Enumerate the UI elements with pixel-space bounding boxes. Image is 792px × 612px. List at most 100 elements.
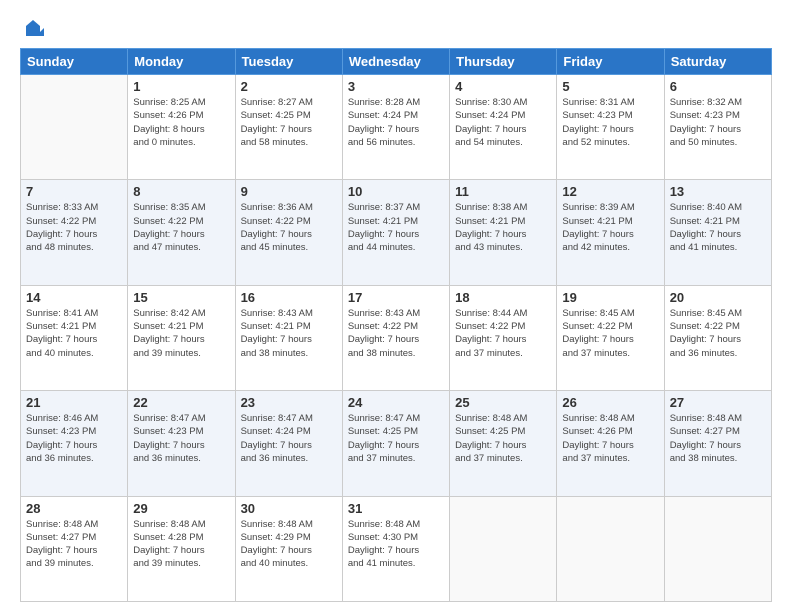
calendar-cell: 11Sunrise: 8:38 AM Sunset: 4:21 PM Dayli… bbox=[450, 180, 557, 285]
day-number: 5 bbox=[562, 79, 658, 94]
calendar-cell: 1 Sunrise: 8:25 AM Sunset: 4:26 PM Daylig… bbox=[128, 75, 235, 180]
calendar-cell: 25 Sunrise: 8:48 AM Sunset: 4:25 PM Dayli… bbox=[450, 391, 557, 496]
calendar-cell: 6Sunrise: 8:32 AM Sunset: 4:23 PM Daylig… bbox=[664, 75, 771, 180]
calendar-cell bbox=[21, 75, 128, 180]
day-info: Sunrise: 8:45 AM Sunset: 4:22 PM Dayligh… bbox=[670, 307, 766, 360]
day-number: 2 bbox=[241, 79, 337, 94]
calendar-week-row: 21Sunrise: 8:46 AM Sunset: 4:23 PM Dayli… bbox=[21, 391, 772, 496]
day-info: Sunrise: 8:43 AM Sunset: 4:21 PM Dayligh… bbox=[241, 307, 337, 360]
day-info: Sunrise: 8:45 AM Sunset: 4:22 PM Dayligh… bbox=[562, 307, 658, 360]
header bbox=[20, 16, 772, 40]
calendar-cell: 26 Sunrise: 8:48 AM Sunset: 4:26 PM Dayli… bbox=[557, 391, 664, 496]
day-info: Sunrise: 8:36 AM Sunset: 4:22 PM Dayligh… bbox=[241, 201, 337, 254]
day-number: 16 bbox=[241, 290, 337, 305]
calendar-cell: 31 Sunrise: 8:48 AM Sunset: 4:30 PM Dayli… bbox=[342, 496, 449, 601]
day-info: Sunrise: 8:33 AM Sunset: 4:22 PM Dayligh… bbox=[26, 201, 122, 254]
day-number: 14 bbox=[26, 290, 122, 305]
day-info: Sunrise: 8:47 AM Sunset: 4:23 PM Dayligh… bbox=[133, 412, 229, 465]
calendar-cell: 18Sunrise: 8:44 AM Sunset: 4:22 PM Dayli… bbox=[450, 285, 557, 390]
day-number: 26 bbox=[562, 395, 658, 410]
calendar-cell: 27Sunrise: 8:48 AM Sunset: 4:27 PM Dayli… bbox=[664, 391, 771, 496]
calendar-week-row: 7 Sunrise: 8:33 AM Sunset: 4:22 PM Daylig… bbox=[21, 180, 772, 285]
calendar-header-row: SundayMondayTuesdayWednesdayThursdayFrid… bbox=[21, 49, 772, 75]
calendar-cell: 8 Sunrise: 8:35 AM Sunset: 4:22 PM Daylig… bbox=[128, 180, 235, 285]
calendar-cell: 30 Sunrise: 8:48 AM Sunset: 4:29 PM Dayli… bbox=[235, 496, 342, 601]
day-number: 3 bbox=[348, 79, 444, 94]
calendar-cell: 15 Sunrise: 8:42 AM Sunset: 4:21 PM Dayli… bbox=[128, 285, 235, 390]
day-number: 12 bbox=[562, 184, 658, 199]
day-info: Sunrise: 8:48 AM Sunset: 4:30 PM Dayligh… bbox=[348, 518, 444, 571]
calendar-cell: 12 Sunrise: 8:39 AM Sunset: 4:21 PM Dayli… bbox=[557, 180, 664, 285]
day-number: 15 bbox=[133, 290, 229, 305]
calendar-cell: 24Sunrise: 8:47 AM Sunset: 4:25 PM Dayli… bbox=[342, 391, 449, 496]
day-number: 1 bbox=[133, 79, 229, 94]
day-number: 22 bbox=[133, 395, 229, 410]
calendar-cell: 23Sunrise: 8:47 AM Sunset: 4:24 PM Dayli… bbox=[235, 391, 342, 496]
day-number: 13 bbox=[670, 184, 766, 199]
calendar-cell: 7 Sunrise: 8:33 AM Sunset: 4:22 PM Daylig… bbox=[21, 180, 128, 285]
day-number: 10 bbox=[348, 184, 444, 199]
calendar-cell: 21Sunrise: 8:46 AM Sunset: 4:23 PM Dayli… bbox=[21, 391, 128, 496]
calendar-cell: 4Sunrise: 8:30 AM Sunset: 4:24 PM Daylig… bbox=[450, 75, 557, 180]
weekday-header-tuesday: Tuesday bbox=[235, 49, 342, 75]
day-info: Sunrise: 8:42 AM Sunset: 4:21 PM Dayligh… bbox=[133, 307, 229, 360]
day-info: Sunrise: 8:48 AM Sunset: 4:29 PM Dayligh… bbox=[241, 518, 337, 571]
calendar-cell: 10 Sunrise: 8:37 AM Sunset: 4:21 PM Dayli… bbox=[342, 180, 449, 285]
calendar-cell: 28 Sunrise: 8:48 AM Sunset: 4:27 PM Dayli… bbox=[21, 496, 128, 601]
day-number: 17 bbox=[348, 290, 444, 305]
calendar-cell: 17 Sunrise: 8:43 AM Sunset: 4:22 PM Dayli… bbox=[342, 285, 449, 390]
calendar-cell: 20 Sunrise: 8:45 AM Sunset: 4:22 PM Dayli… bbox=[664, 285, 771, 390]
day-number: 28 bbox=[26, 501, 122, 516]
day-number: 30 bbox=[241, 501, 337, 516]
calendar-week-row: 28 Sunrise: 8:48 AM Sunset: 4:27 PM Dayli… bbox=[21, 496, 772, 601]
day-number: 21 bbox=[26, 395, 122, 410]
day-info: Sunrise: 8:48 AM Sunset: 4:26 PM Dayligh… bbox=[562, 412, 658, 465]
calendar-cell: 16 Sunrise: 8:43 AM Sunset: 4:21 PM Dayli… bbox=[235, 285, 342, 390]
day-info: Sunrise: 8:48 AM Sunset: 4:27 PM Dayligh… bbox=[26, 518, 122, 571]
day-info: Sunrise: 8:48 AM Sunset: 4:25 PM Dayligh… bbox=[455, 412, 551, 465]
day-number: 29 bbox=[133, 501, 229, 516]
day-info: Sunrise: 8:39 AM Sunset: 4:21 PM Dayligh… bbox=[562, 201, 658, 254]
calendar-cell bbox=[557, 496, 664, 601]
weekday-header-wednesday: Wednesday bbox=[342, 49, 449, 75]
day-number: 9 bbox=[241, 184, 337, 199]
day-info: Sunrise: 8:25 AM Sunset: 4:26 PM Dayligh… bbox=[133, 96, 229, 149]
calendar-cell: 19 Sunrise: 8:45 AM Sunset: 4:22 PM Dayli… bbox=[557, 285, 664, 390]
day-info: Sunrise: 8:35 AM Sunset: 4:22 PM Dayligh… bbox=[133, 201, 229, 254]
calendar-week-row: 14 Sunrise: 8:41 AM Sunset: 4:21 PM Dayli… bbox=[21, 285, 772, 390]
logo-icon bbox=[22, 18, 44, 40]
calendar-cell: 9 Sunrise: 8:36 AM Sunset: 4:22 PM Daylig… bbox=[235, 180, 342, 285]
day-number: 25 bbox=[455, 395, 551, 410]
calendar-cell: 2Sunrise: 8:27 AM Sunset: 4:25 PM Daylig… bbox=[235, 75, 342, 180]
day-number: 7 bbox=[26, 184, 122, 199]
day-number: 8 bbox=[133, 184, 229, 199]
day-info: Sunrise: 8:37 AM Sunset: 4:21 PM Dayligh… bbox=[348, 201, 444, 254]
day-info: Sunrise: 8:41 AM Sunset: 4:21 PM Dayligh… bbox=[26, 307, 122, 360]
day-number: 20 bbox=[670, 290, 766, 305]
weekday-header-monday: Monday bbox=[128, 49, 235, 75]
day-number: 31 bbox=[348, 501, 444, 516]
calendar-table: SundayMondayTuesdayWednesdayThursdayFrid… bbox=[20, 48, 772, 602]
day-info: Sunrise: 8:28 AM Sunset: 4:24 PM Dayligh… bbox=[348, 96, 444, 149]
calendar-cell: 13Sunrise: 8:40 AM Sunset: 4:21 PM Dayli… bbox=[664, 180, 771, 285]
weekday-header-thursday: Thursday bbox=[450, 49, 557, 75]
day-info: Sunrise: 8:30 AM Sunset: 4:24 PM Dayligh… bbox=[455, 96, 551, 149]
weekday-header-friday: Friday bbox=[557, 49, 664, 75]
calendar-week-row: 1 Sunrise: 8:25 AM Sunset: 4:26 PM Daylig… bbox=[21, 75, 772, 180]
day-info: Sunrise: 8:47 AM Sunset: 4:24 PM Dayligh… bbox=[241, 412, 337, 465]
day-info: Sunrise: 8:32 AM Sunset: 4:23 PM Dayligh… bbox=[670, 96, 766, 149]
day-number: 27 bbox=[670, 395, 766, 410]
weekday-header-sunday: Sunday bbox=[21, 49, 128, 75]
calendar-cell: 3 Sunrise: 8:28 AM Sunset: 4:24 PM Daylig… bbox=[342, 75, 449, 180]
day-info: Sunrise: 8:43 AM Sunset: 4:22 PM Dayligh… bbox=[348, 307, 444, 360]
calendar-cell: 29Sunrise: 8:48 AM Sunset: 4:28 PM Dayli… bbox=[128, 496, 235, 601]
weekday-header-saturday: Saturday bbox=[664, 49, 771, 75]
day-number: 11 bbox=[455, 184, 551, 199]
day-number: 19 bbox=[562, 290, 658, 305]
day-info: Sunrise: 8:31 AM Sunset: 4:23 PM Dayligh… bbox=[562, 96, 658, 149]
logo bbox=[20, 16, 44, 40]
calendar-cell: 22 Sunrise: 8:47 AM Sunset: 4:23 PM Dayli… bbox=[128, 391, 235, 496]
logo-text bbox=[20, 16, 44, 40]
day-info: Sunrise: 8:47 AM Sunset: 4:25 PM Dayligh… bbox=[348, 412, 444, 465]
day-info: Sunrise: 8:44 AM Sunset: 4:22 PM Dayligh… bbox=[455, 307, 551, 360]
